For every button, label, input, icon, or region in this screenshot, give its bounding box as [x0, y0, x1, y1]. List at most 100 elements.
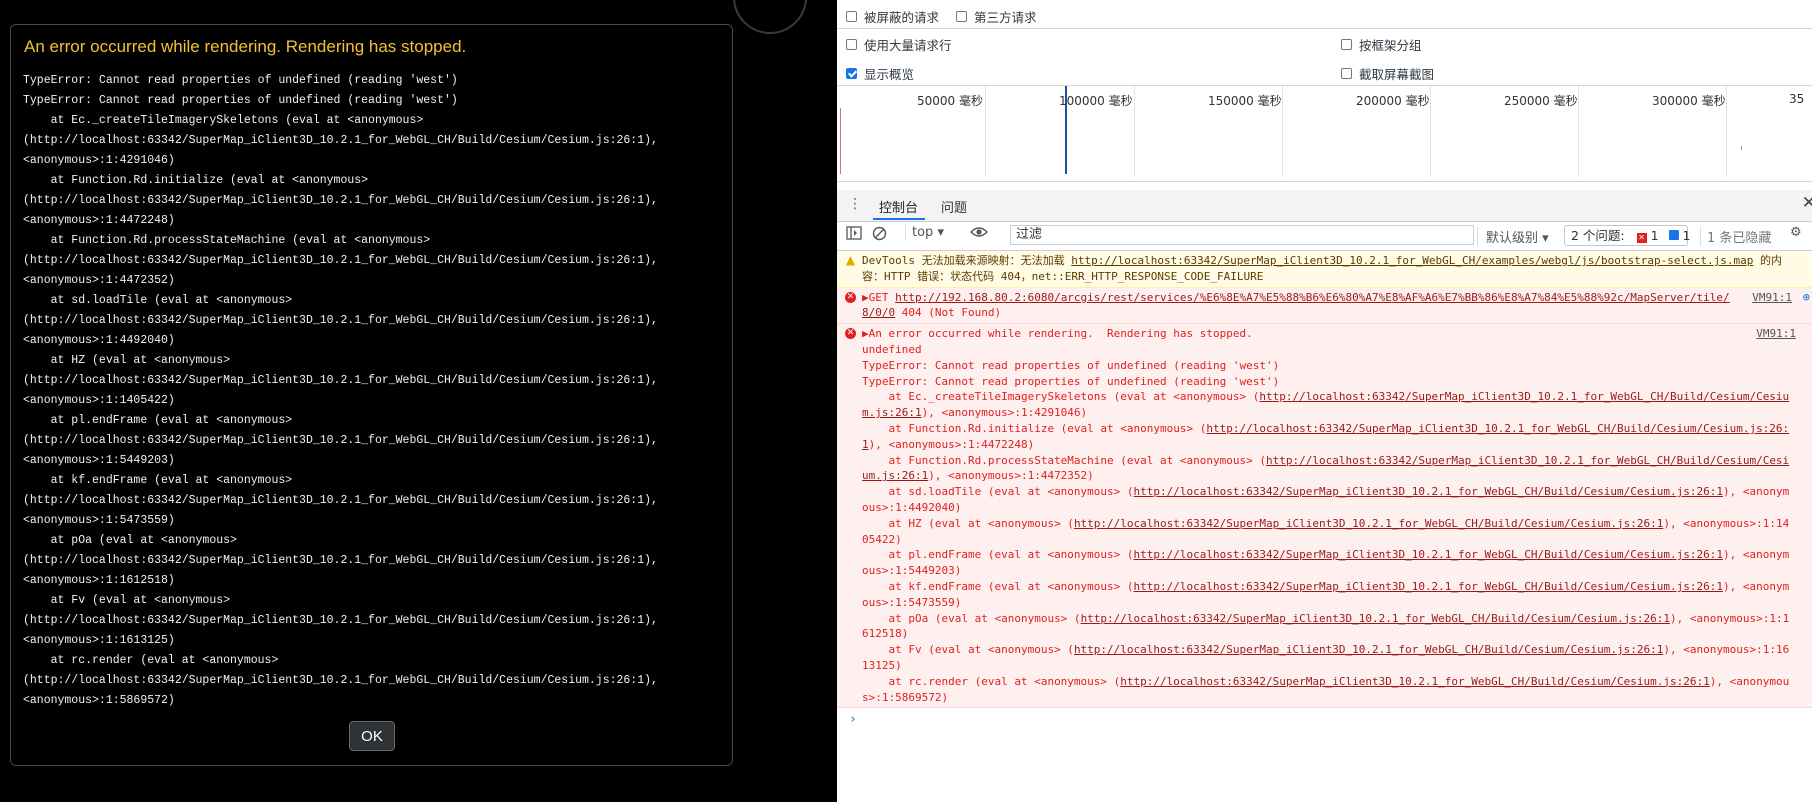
timeline-tick-label: 50000 毫秒 — [917, 94, 983, 108]
divider — [837, 181, 1812, 182]
large-rows-checkbox[interactable] — [846, 39, 857, 50]
more-options-icon[interactable]: ⋮ — [848, 196, 862, 212]
timeline-tick-label: 250000 毫秒 — [1504, 94, 1578, 108]
get-error-prefix: ▶GET — [862, 290, 896, 304]
stack-frame-link[interactable]: http://localhost:63342/SuperMap_iClient3… — [1134, 548, 1723, 561]
large-rows-label: 使用大量请求行 — [864, 38, 952, 53]
stack-frame-prefix: at kf.endFrame (eval at <anonymous> ( — [862, 579, 1134, 593]
source-map-link[interactable]: http://localhost:63342/SuperMap_iClient3… — [1071, 254, 1753, 267]
stack-frame: at pl.endFrame (eval at <anonymous> (htt… — [862, 547, 1792, 579]
divider — [837, 28, 1812, 29]
issue-error-icon: ✕ — [1636, 233, 1647, 243]
stack-frame-link[interactable]: http://localhost:63342/SuperMap_iClient3… — [1120, 675, 1709, 688]
navigation-compass[interactable] — [733, 0, 807, 34]
get-error-suffix: 404 (Not Found) — [895, 306, 1002, 320]
blocked-requests-checkbox[interactable] — [846, 11, 857, 22]
error-icon: ✕ — [845, 328, 856, 340]
large-rows-option[interactable]: 使用大量请求行 — [846, 35, 952, 54]
capture-screenshots-checkbox[interactable] — [1341, 68, 1352, 79]
tab-console[interactable]: 控制台 — [879, 197, 918, 216]
drawer-tabbar: ⋮ 控制台 问题 ✕ — [837, 190, 1812, 222]
warning-prefix: DevTools 无法加载来源映射：无法加载 — [862, 254, 1072, 267]
network-overview-timeline[interactable]: 50000 毫秒 100000 毫秒 150000 毫秒 200000 毫秒 2… — [837, 86, 1812, 181]
console-warning-message[interactable]: ▲ DevTools 无法加载来源映射：无法加载 http://localhos… — [837, 251, 1812, 288]
chevron-down-icon: ▾ — [1542, 231, 1549, 246]
stack-frame: at Fv (eval at <anonymous> (http://local… — [862, 642, 1792, 674]
stack-frame-link[interactable]: http://localhost:63342/SuperMap_iClient3… — [1081, 612, 1670, 625]
stack-frame-link[interactable]: http://localhost:63342/SuperMap_iClient3… — [1074, 517, 1663, 530]
stack-frame-link[interactable]: http://localhost:63342/SuperMap_iClient3… — [1074, 643, 1663, 656]
timeline-request-bar — [1741, 146, 1742, 150]
third-party-label: 第三方请求 — [974, 10, 1037, 25]
stack-frame: at kf.endFrame (eval at <anonymous> (htt… — [862, 579, 1792, 611]
close-drawer-icon[interactable]: ✕ — [1802, 193, 1812, 213]
tab-issues[interactable]: 问题 — [941, 197, 967, 216]
timeline-tick-label: 100000 毫秒 — [1059, 94, 1133, 108]
stack-frame: at HZ (eval at <anonymous> (http://local… — [862, 516, 1792, 548]
stack-frame-prefix: at rc.render (eval at <anonymous> ( — [862, 674, 1121, 688]
render-error-head: ▶An error occurred while rendering. Rend… — [862, 327, 1280, 388]
blocked-requests-option[interactable]: 被屏蔽的请求 — [846, 7, 939, 26]
log-levels-label: 默认级别 — [1486, 231, 1539, 246]
group-by-frame-label: 按框架分组 — [1359, 38, 1422, 53]
stack-frame: at sd.loadTile (eval at <anonymous> (htt… — [862, 484, 1792, 516]
live-expression-eye-icon[interactable] — [970, 225, 988, 243]
message-source-link[interactable]: VM91:1 — [1752, 290, 1792, 306]
group-by-frame-option[interactable]: 按框架分组 — [1341, 35, 1422, 54]
third-party-option[interactable]: 第三方请求 — [956, 7, 1037, 26]
stack-frame-prefix: at HZ (eval at <anonymous> ( — [862, 516, 1074, 530]
stack-frame: at Function.Rd.processStateMachine (eval… — [862, 453, 1792, 485]
issues-error-count: 1 — [1650, 228, 1659, 243]
devtools-panel: 被屏蔽的请求 第三方请求 使用大量请求行 按框架分组 显示概览 截取屏幕截图 5… — [837, 0, 1812, 802]
group-by-frame-checkbox[interactable] — [1341, 39, 1352, 50]
context-selector-label: top — [912, 225, 934, 240]
stack-frame-suffix: ), <anonymous>:1:4291046) — [921, 406, 1088, 420]
console-filter-input[interactable]: 过滤 — [1010, 225, 1474, 245]
network-panel-icon[interactable]: ⊕ — [1803, 290, 1810, 306]
capture-screenshots-option[interactable]: 截取屏幕截图 — [1341, 64, 1434, 83]
stack-frame-suffix: ), <anonymous>:1:4472248) — [868, 437, 1035, 451]
timeline-tick-label: 300000 毫秒 — [1652, 94, 1726, 108]
stack-trace: at Ec._createTileImagerySkeletons (eval … — [862, 389, 1792, 705]
console-render-error-message[interactable]: ✕ ▶An error occurred while rendering. Re… — [837, 324, 1812, 709]
stack-frame-link[interactable]: http://localhost:63342/SuperMap_iClient3… — [1134, 580, 1723, 593]
capture-screenshots-label: 截取屏幕截图 — [1359, 67, 1435, 82]
prompt-chevron-icon: › — [849, 712, 857, 728]
get-error-text: ▶GET http://192.168.80.2:6080/arcgis/res… — [862, 290, 1792, 322]
stack-frame-prefix: at Ec._createTileImagerySkeletons (eval … — [862, 390, 1260, 404]
show-overview-option[interactable]: 显示概览 — [846, 64, 914, 83]
gear-icon[interactable]: ⚙ — [1790, 225, 1802, 240]
issues-label: 2 个问题: — [1571, 228, 1625, 243]
blocked-requests-label: 被屏蔽的请求 — [864, 10, 940, 25]
stack-frame-link[interactable]: http://localhost:63342/SuperMap_iClient3… — [1134, 485, 1723, 498]
third-party-checkbox[interactable] — [956, 11, 967, 22]
warning-icon: ▲ — [845, 253, 856, 267]
stack-frame-prefix: at sd.loadTile (eval at <anonymous> ( — [862, 485, 1134, 499]
stack-frame: at rc.render (eval at <anonymous> (http:… — [862, 674, 1792, 706]
timeline-tick-label: 35 — [1789, 92, 1805, 106]
error-icon: ✕ — [845, 291, 856, 303]
console-toolbar: top ▾ 过滤 默认级别 ▾ 2 个问题: ✕ 1 1 1 条已隐藏 ⚙ — [837, 222, 1812, 251]
log-levels-dropdown[interactable]: 默认级别 ▾ — [1477, 227, 1549, 246]
timeline-tick-label: 200000 毫秒 — [1356, 94, 1430, 108]
dialog-error-stack: TypeError: Cannot read properties of und… — [23, 74, 658, 707]
ok-button[interactable]: OK — [349, 721, 395, 751]
stack-frame: at Function.Rd.initialize (eval at <anon… — [862, 421, 1792, 453]
console-get-error-message[interactable]: ✕ ▶GET http://192.168.80.2:6080/arcgis/r… — [837, 287, 1812, 325]
cesium-canvas[interactable]: An error occurred while rendering. Rende… — [0, 0, 836, 802]
console-messages: ▲ DevTools 无法加载来源映射：无法加载 http://localhos… — [837, 251, 1812, 730]
sidebar-toggle-icon[interactable] — [846, 226, 862, 244]
issues-counter-button[interactable]: 2 个问题: ✕ 1 1 — [1564, 225, 1690, 246]
stack-frame: at pOa (eval at <anonymous> (http://loca… — [862, 611, 1792, 643]
stack-frame-prefix: at pl.endFrame (eval at <anonymous> ( — [862, 548, 1134, 562]
stack-frame-suffix: ), <anonymous>:1:4472352) — [928, 469, 1094, 483]
timeline-tick-label: 150000 毫秒 — [1208, 94, 1282, 108]
show-overview-checkbox[interactable] — [846, 68, 857, 79]
console-prompt[interactable]: › — [837, 708, 1812, 730]
hidden-messages-count: 1 条已隐藏 — [1700, 227, 1771, 246]
clear-console-icon[interactable] — [872, 226, 887, 245]
message-source-link[interactable]: VM91:1 — [1756, 326, 1796, 342]
context-selector[interactable]: top ▾ — [905, 225, 944, 240]
timeline-gridline — [985, 86, 986, 177]
stack-frame-prefix: at pOa (eval at <anonymous> ( — [862, 611, 1081, 625]
